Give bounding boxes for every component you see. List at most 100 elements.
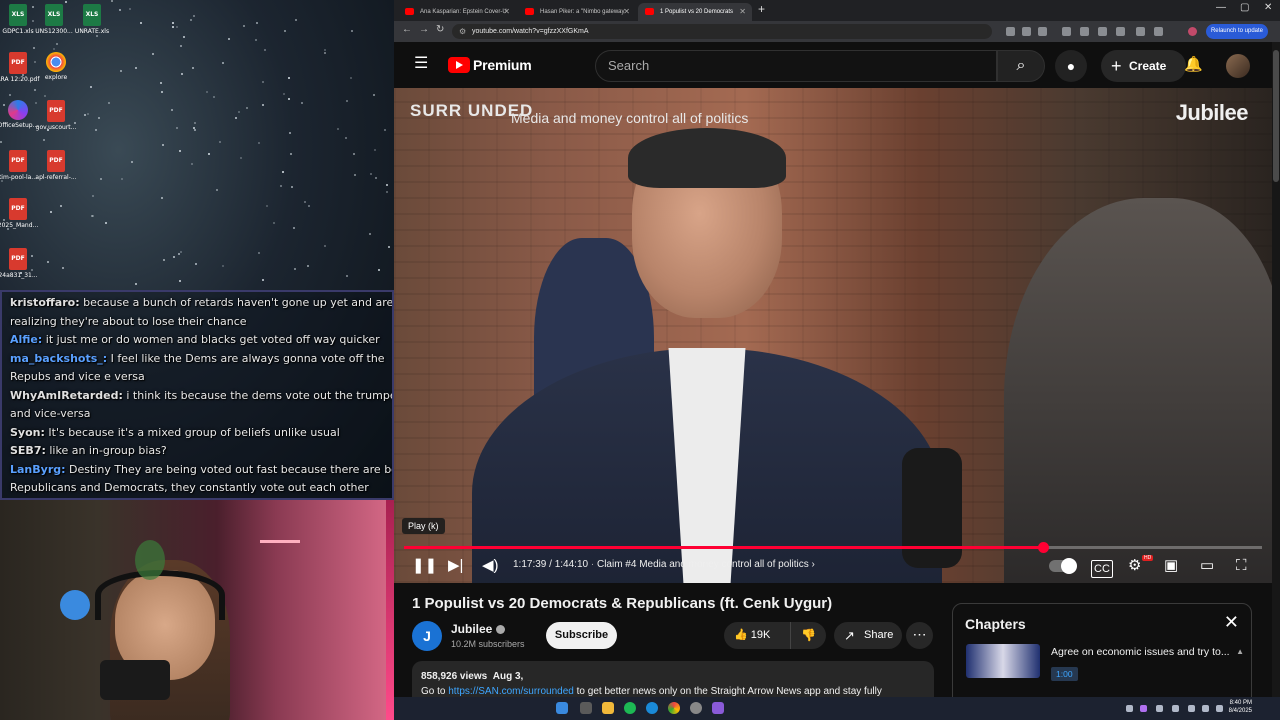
close-tab-icon[interactable]: ✕ <box>739 3 746 21</box>
star-dot <box>282 92 285 95</box>
subscribe-button[interactable]: Subscribe <box>546 622 617 649</box>
dislike-button[interactable]: 👎 <box>790 622 826 649</box>
site-info-icon[interactable]: ⚙ <box>459 24 466 39</box>
settings-gear-icon[interactable]: ⚙ <box>1128 558 1141 574</box>
close-icon[interactable]: ✕ <box>1224 612 1239 633</box>
youtube-premium-logo[interactable]: Premium <box>448 56 532 74</box>
tab-ana-kasparian[interactable]: Ana Kasparian: Epstein Cover-U ✕ <box>398 3 516 21</box>
search-input[interactable]: Search <box>595 50 997 82</box>
chapter-timestamp[interactable]: 1:00 <box>1051 667 1078 681</box>
video-player[interactable]: SURR UNDED Media and money control all o… <box>394 88 1272 583</box>
star-dot <box>386 184 389 187</box>
voice-search-button[interactable]: ● <box>1055 50 1087 82</box>
more-actions-button[interactable]: ⋯ <box>906 622 933 649</box>
close-window-button[interactable]: ✕ <box>1264 2 1272 13</box>
star-dot <box>288 97 291 100</box>
miniplayer-icon[interactable]: ▣ <box>1164 558 1178 574</box>
create-button[interactable]: + Create <box>1101 50 1186 82</box>
forward-icon[interactable]: → <box>419 24 429 35</box>
wifi-icon[interactable] <box>1188 705 1195 712</box>
extension-icon[interactable] <box>1098 27 1107 36</box>
app-icon[interactable] <box>712 702 724 714</box>
star-dot <box>60 205 63 208</box>
star-dot <box>372 94 375 97</box>
extensions-puzzle-icon[interactable] <box>1116 27 1125 36</box>
menu-icon[interactable]: ☰ <box>414 56 428 72</box>
scrubber-handle[interactable] <box>1037 542 1049 553</box>
chat-message: Syon: It's because it's a mixed group of… <box>10 424 386 443</box>
minimize-button[interactable]: — <box>1216 2 1226 13</box>
maximize-button[interactable]: ▢ <box>1240 2 1249 13</box>
clock-date: 8/4/2025 <box>1228 708 1252 714</box>
back-icon[interactable]: ← <box>402 24 412 35</box>
edge-icon[interactable] <box>646 702 658 714</box>
zoom-icon[interactable] <box>1022 27 1031 36</box>
address-bar[interactable]: ⚙ youtube.com/watch?v=gfzzXXfGKmA <box>452 24 992 39</box>
close-tab-icon[interactable]: ✕ <box>503 3 510 21</box>
description-link[interactable]: https://SAN.com/surrounded <box>448 686 574 697</box>
install-icon[interactable] <box>1006 27 1015 36</box>
next-icon[interactable]: ▶| <box>448 558 463 574</box>
tray-icon[interactable] <box>1156 705 1163 712</box>
autoplay-toggle[interactable] <box>1049 558 1077 574</box>
tray-icon[interactable] <box>1172 705 1179 712</box>
desktop-file-icon[interactable]: PDF 2025_Mand... <box>0 198 40 229</box>
pause-icon[interactable]: ❚❚ <box>412 558 437 574</box>
star-dot <box>83 114 86 117</box>
reload-icon[interactable]: ↻ <box>436 24 444 35</box>
star-dot <box>175 26 178 29</box>
task-view-icon[interactable] <box>580 702 592 714</box>
desktop-file-icon[interactable]: PDF apl-referral-... <box>34 150 78 181</box>
theater-mode-icon[interactable]: ▭ <box>1200 558 1214 574</box>
system-clock[interactable]: 8:40 PM 8/4/2025 <box>1229 699 1252 715</box>
new-tab-button[interactable]: + <box>758 2 765 16</box>
captions-icon[interactable]: CC <box>1091 560 1113 578</box>
desktop-file-icon[interactable]: PDF 24a831_31... <box>0 248 40 279</box>
start-icon[interactable] <box>556 702 568 714</box>
search-button[interactable]: ⌕ <box>997 50 1045 82</box>
star-dot <box>294 268 296 271</box>
obs-icon[interactable] <box>690 702 702 714</box>
fullscreen-icon[interactable]: ⛶ <box>1236 558 1247 574</box>
clock-time: 8:40 PM <box>1229 700 1252 706</box>
scrollbar-thumb[interactable] <box>1273 50 1279 182</box>
sidepanel-icon[interactable] <box>1154 27 1163 36</box>
chapter-title[interactable]: Agree on economic issues and try to... <box>1051 646 1241 658</box>
close-tab-icon[interactable]: ✕ <box>623 3 630 21</box>
file-explorer-icon[interactable] <box>602 702 614 714</box>
chapter-thumbnail[interactable] <box>966 644 1040 678</box>
star-dot <box>353 153 356 156</box>
star-dot <box>257 142 260 145</box>
chapter-button[interactable]: Claim #4 Media and money control all of … <box>597 559 809 570</box>
like-button[interactable]: 👍 19K <box>724 622 788 649</box>
tray-icon[interactable] <box>1140 705 1147 712</box>
extension-icon[interactable] <box>1080 27 1089 36</box>
spotify-icon[interactable] <box>624 702 636 714</box>
account-avatar[interactable] <box>1226 54 1250 78</box>
page-scrollbar[interactable] <box>1272 42 1280 697</box>
chrome-icon[interactable] <box>668 702 680 714</box>
chat-text: I feel like the Dems are always gonna vo… <box>107 351 385 365</box>
channel-avatar[interactable]: J <box>412 621 442 651</box>
notifications-bell-icon[interactable]: 🔔 <box>1184 55 1203 73</box>
tab-hasan-piker[interactable]: Hasan Piker: a "Nimbo gateway ✕ <box>518 3 636 21</box>
profile-icon[interactable] <box>1188 27 1197 36</box>
desktop-file-icon[interactable]: explore <box>34 52 78 81</box>
desktop-file-icon[interactable]: XLS UNRATE.xls <box>70 4 114 35</box>
progress-bar[interactable] <box>404 542 1262 553</box>
downloads-icon[interactable] <box>1136 27 1145 36</box>
battery-icon[interactable] <box>1216 705 1223 712</box>
volume-icon[interactable]: ◀) <box>482 558 499 574</box>
share-button[interactable]: ↗ Share <box>834 622 902 649</box>
relaunch-button[interactable]: Relaunch to update <box>1206 24 1268 39</box>
tray-icon[interactable] <box>1126 705 1133 712</box>
volume-tray-icon[interactable] <box>1202 705 1209 712</box>
like-count: 19K <box>750 629 771 641</box>
desktop-file-icon[interactable]: PDF gov.uscourt... <box>34 100 78 131</box>
bookmark-star-icon[interactable] <box>1038 27 1047 36</box>
channel-name[interactable]: Jubilee <box>451 622 506 636</box>
tab-populist-vs-democrats[interactable]: 1 Populist vs 20 Democrats ✕ <box>638 3 752 21</box>
tab-label: Ana Kasparian: Epstein Cover-U <box>420 9 507 15</box>
star-dot <box>194 262 197 265</box>
extension-icon[interactable] <box>1062 27 1071 36</box>
